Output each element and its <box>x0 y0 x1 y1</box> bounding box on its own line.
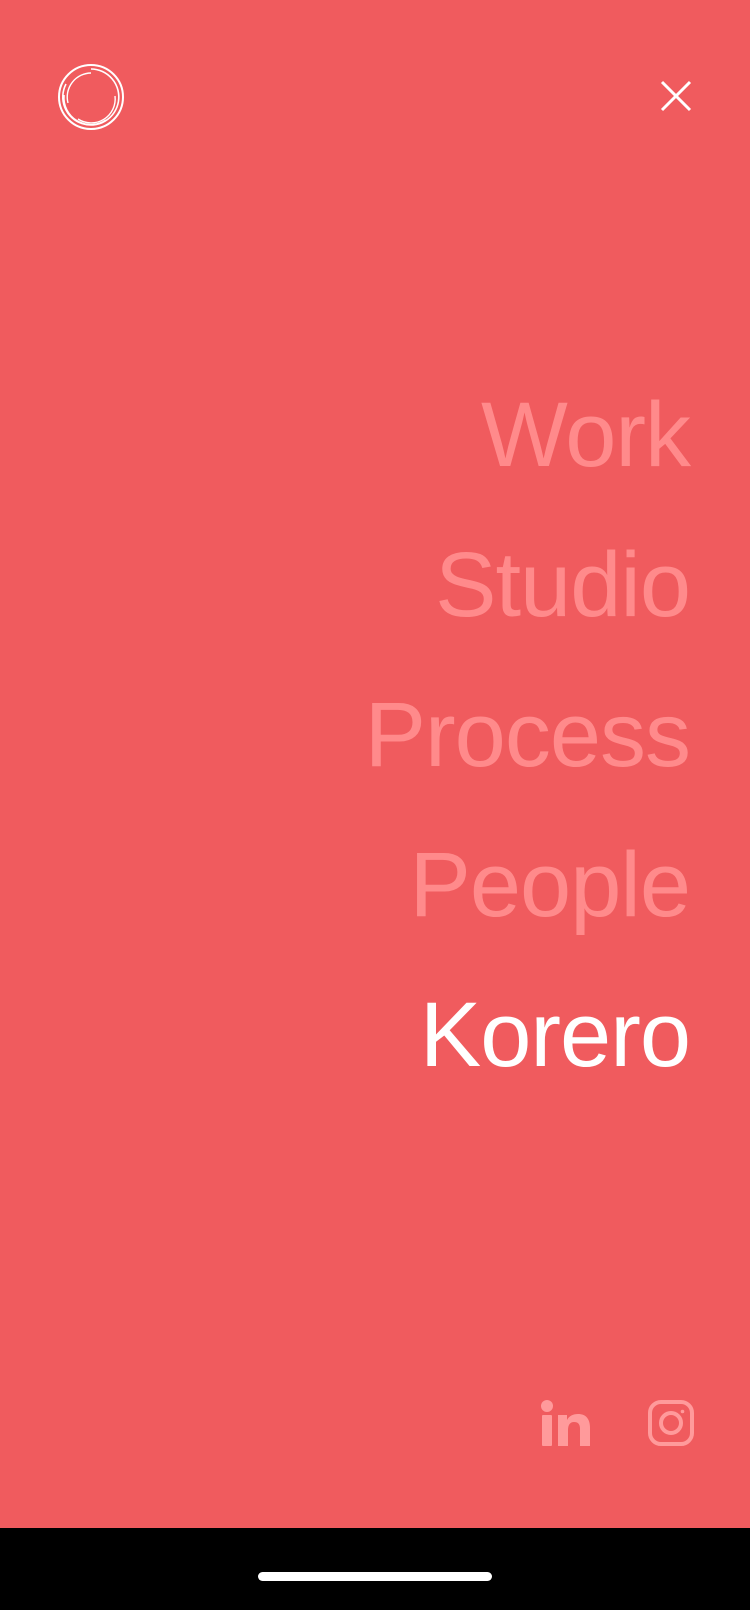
close-icon <box>660 80 692 112</box>
nav-item-process[interactable]: Process <box>365 660 691 810</box>
nav-item-studio[interactable]: Studio <box>435 510 691 660</box>
menu-screen: Work Studio Process People Korero <box>0 0 750 1528</box>
nav-item-people[interactable]: People <box>410 810 691 960</box>
nav-item-korero[interactable]: Korero <box>420 960 691 1110</box>
linkedin-icon <box>541 1400 590 1446</box>
nav-item-work[interactable]: Work <box>481 360 691 510</box>
close-button[interactable] <box>652 75 696 119</box>
ring-logo-icon[interactable] <box>56 62 126 132</box>
instagram-icon <box>648 1400 694 1446</box>
social-links <box>540 1400 694 1451</box>
linkedin-link[interactable] <box>540 1400 590 1451</box>
main-nav: Work Studio Process People Korero <box>365 360 691 1110</box>
instagram-link[interactable] <box>648 1400 694 1451</box>
home-indicator <box>258 1572 492 1581</box>
